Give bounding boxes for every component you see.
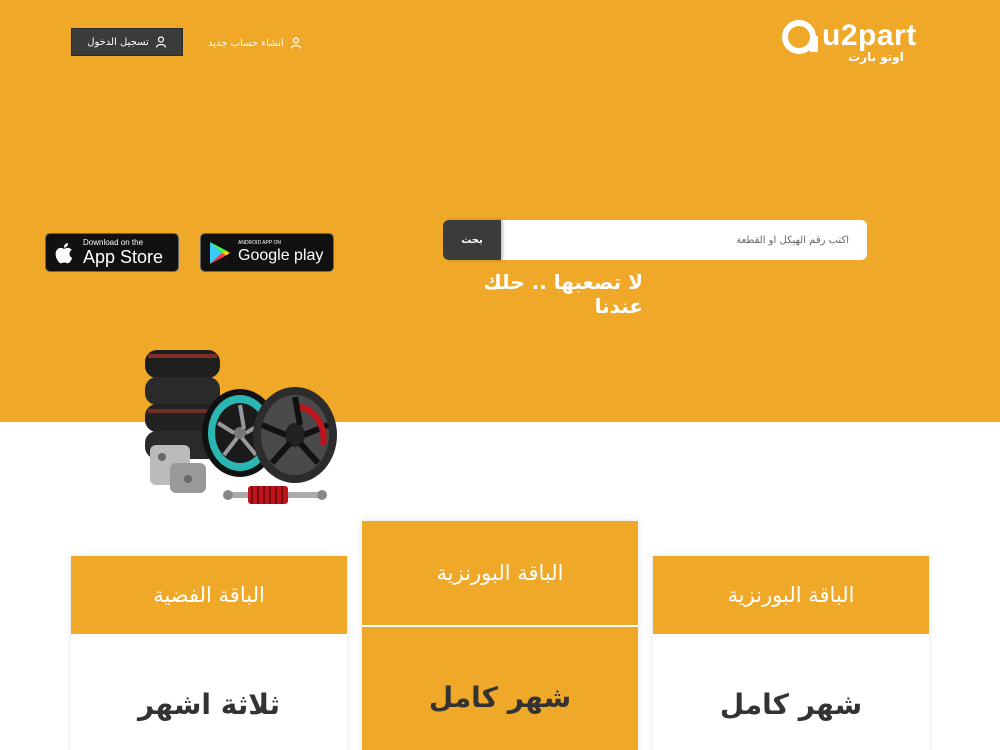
apple-badge-small: Download on the — [83, 238, 144, 247]
plan-duration: شهر كامل — [428, 680, 572, 714]
logo-mark — [782, 20, 818, 54]
site-logo[interactable]: u2part اوتو بارت — [782, 18, 932, 68]
search-button[interactable]: بحث — [443, 220, 501, 260]
logo-text: u2part — [822, 19, 917, 52]
google-badge-big: Google play — [238, 246, 324, 264]
plan-duration: ثلاثة اشهر — [137, 687, 281, 721]
plan-title: الباقة البورنزية — [653, 556, 929, 634]
car-parts-illustration — [145, 350, 337, 504]
user-icon — [290, 37, 301, 49]
login-button[interactable]: تسجيل الدخول — [71, 28, 183, 56]
plan-card-featured[interactable]: الباقة البورنزية شهر كامل — [362, 521, 638, 750]
apple-badge-big: App Store — [83, 247, 164, 267]
login-label: تسجيل الدخول — [87, 36, 149, 48]
google-play-badge[interactable]: ANDROID APP ON Google play — [200, 233, 334, 272]
plan-duration: شهر كامل — [719, 687, 863, 721]
register-link[interactable]: انشاء حساب جديد — [208, 34, 302, 52]
plan-title: الباقة الفضية — [71, 556, 347, 634]
search-bar: بحث — [443, 220, 867, 260]
logo-subtext: اوتو بارت — [848, 50, 904, 64]
plan-card[interactable]: الباقة البورنزية شهر كامل — [653, 556, 929, 750]
register-label: انشاء حساب جديد — [208, 37, 284, 49]
google-play-icon — [210, 241, 230, 264]
plan-card[interactable]: الباقة الفضية ثلاثة اشهر — [71, 556, 347, 750]
search-input[interactable] — [503, 220, 859, 260]
app-store-badge[interactable]: Download on the App Store — [45, 233, 179, 272]
plan-title: الباقة البورنزية — [362, 521, 638, 627]
apple-icon — [55, 242, 73, 263]
rim-dark — [253, 387, 337, 483]
user-icon — [155, 36, 166, 48]
shock-absorber — [223, 486, 327, 504]
tagline: لا تصعبها .. حلك عندنا — [483, 270, 643, 318]
